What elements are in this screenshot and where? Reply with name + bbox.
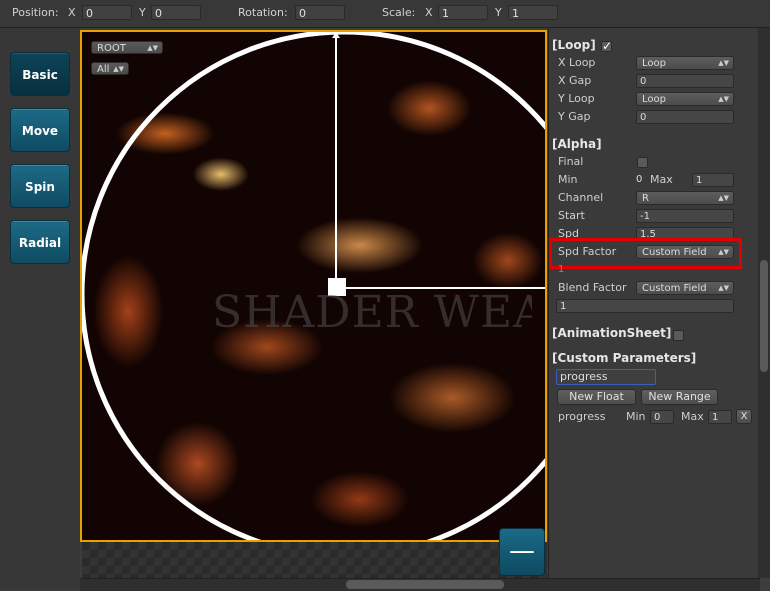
chevron-updown-icon: ▲▼ <box>147 44 158 52</box>
param-max-label: Max <box>681 410 704 423</box>
layer-dropdown-label: ROOT <box>97 43 126 54</box>
alpha-section-header: [Alpha] <box>552 137 602 151</box>
highlight-box <box>549 238 742 269</box>
custom-parameters-section-header: [Custom Parameters] <box>552 351 697 365</box>
parameter-name-input[interactable]: progress <box>556 369 656 385</box>
filter-dropdown-label: All <box>97 64 110 75</box>
checkmark-icon: ✓ <box>602 39 613 53</box>
chevron-updown-icon: ▲▼ <box>113 65 124 73</box>
y-gap-label: Y Gap <box>558 110 591 123</box>
position-x-input[interactable]: 0 <box>82 5 132 20</box>
preview-canvas[interactable]: SHADER WEAVER ROOT▲▼ All▲▼ <box>80 30 547 542</box>
param-max-input[interactable]: 1 <box>708 410 732 424</box>
y-loop-label: Y Loop <box>558 92 595 105</box>
tool-sidebar: Basic Move Spin Radial <box>0 28 80 590</box>
filter-dropdown[interactable]: All ▲▼ <box>91 62 129 75</box>
blend-factor-dropdown[interactable]: Custom Field ▲▼ <box>636 281 734 295</box>
nav-spin-button[interactable]: Spin <box>10 164 70 208</box>
min-value[interactable]: 0 <box>636 173 644 187</box>
x-loop-label: X Loop <box>558 56 596 69</box>
position-y-label: Y <box>139 6 146 19</box>
new-range-button[interactable]: New Range <box>641 389 718 405</box>
watermark-text: SHADER WEAVER <box>212 287 532 338</box>
param-min-input[interactable]: 0 <box>650 410 674 424</box>
transform-toolbar: Position: X 0 Y 0 Rotation: 0 Scale: X 1… <box>0 0 770 28</box>
param-name-label: progress <box>558 410 606 423</box>
rotation-input[interactable]: 0 <box>295 5 345 20</box>
y-gap-input[interactable]: 0 <box>636 110 734 124</box>
vertical-scrollbar-thumb[interactable] <box>760 260 768 372</box>
max-label: Max <box>650 173 673 186</box>
animation-sheet-checkbox[interactable] <box>673 330 684 341</box>
loop-section-header: [Loop] <box>552 38 596 52</box>
scale-y-label: Y <box>495 6 502 19</box>
position-label: Position: <box>12 6 59 19</box>
animation-sheet-section-header: [AnimationSheet] <box>552 326 672 340</box>
channel-dropdown[interactable]: R ▲▼ <box>636 191 734 205</box>
chevron-updown-icon: ▲▼ <box>718 59 729 67</box>
spd-factor-field-value[interactable]: 1 <box>558 264 564 275</box>
rotation-label: Rotation: <box>238 6 288 19</box>
scale-x-input[interactable]: 1 <box>438 5 488 20</box>
x-gap-input[interactable]: 0 <box>636 74 734 88</box>
x-gap-label: X Gap <box>558 74 592 87</box>
chevron-updown-icon: ▲▼ <box>718 95 729 103</box>
channel-label: Channel <box>558 191 604 204</box>
final-label: Final <box>558 155 584 168</box>
y-loop-dropdown[interactable]: Loop ▲▼ <box>636 92 734 106</box>
x-loop-dropdown[interactable]: Loop ▲▼ <box>636 56 734 70</box>
collapse-button[interactable]: — <box>499 528 545 576</box>
x-loop-value: Loop <box>642 58 666 69</box>
nav-basic-button[interactable]: Basic <box>10 52 70 96</box>
remove-parameter-button[interactable]: X <box>736 409 752 424</box>
min-label: Min <box>558 173 578 186</box>
chevron-updown-icon: ▲▼ <box>718 194 729 202</box>
max-input[interactable]: 1 <box>692 173 734 187</box>
nav-radial-button[interactable]: Radial <box>10 220 70 264</box>
param-min-label: Min <box>626 410 646 423</box>
position-x-label: X <box>68 6 76 19</box>
radial-gizmo-circle <box>82 32 545 540</box>
start-label: Start <box>558 209 585 222</box>
blend-factor-input[interactable]: 1 <box>556 299 734 313</box>
final-checkbox[interactable] <box>637 157 648 168</box>
y-loop-value: Loop <box>642 94 666 105</box>
channel-value: R <box>642 193 649 204</box>
scale-x-label: X <box>425 6 433 19</box>
start-input[interactable]: -1 <box>636 209 734 223</box>
blend-factor-label: Blend Factor <box>558 281 627 294</box>
new-float-button[interactable]: New Float <box>557 389 636 405</box>
transparency-checker <box>82 542 547 578</box>
chevron-updown-icon: ▲▼ <box>718 284 729 292</box>
horizontal-scrollbar-thumb[interactable] <box>346 580 504 589</box>
blend-factor-value: Custom Field <box>642 283 707 294</box>
layer-dropdown[interactable]: ROOT ▲▼ <box>91 41 163 54</box>
canvas-overlay <box>82 32 545 540</box>
scale-label: Scale: <box>382 6 416 19</box>
loop-checkbox[interactable]: ✓ <box>601 39 613 53</box>
scale-y-input[interactable]: 1 <box>508 5 558 20</box>
position-y-input[interactable]: 0 <box>151 5 201 20</box>
nav-move-button[interactable]: Move <box>10 108 70 152</box>
